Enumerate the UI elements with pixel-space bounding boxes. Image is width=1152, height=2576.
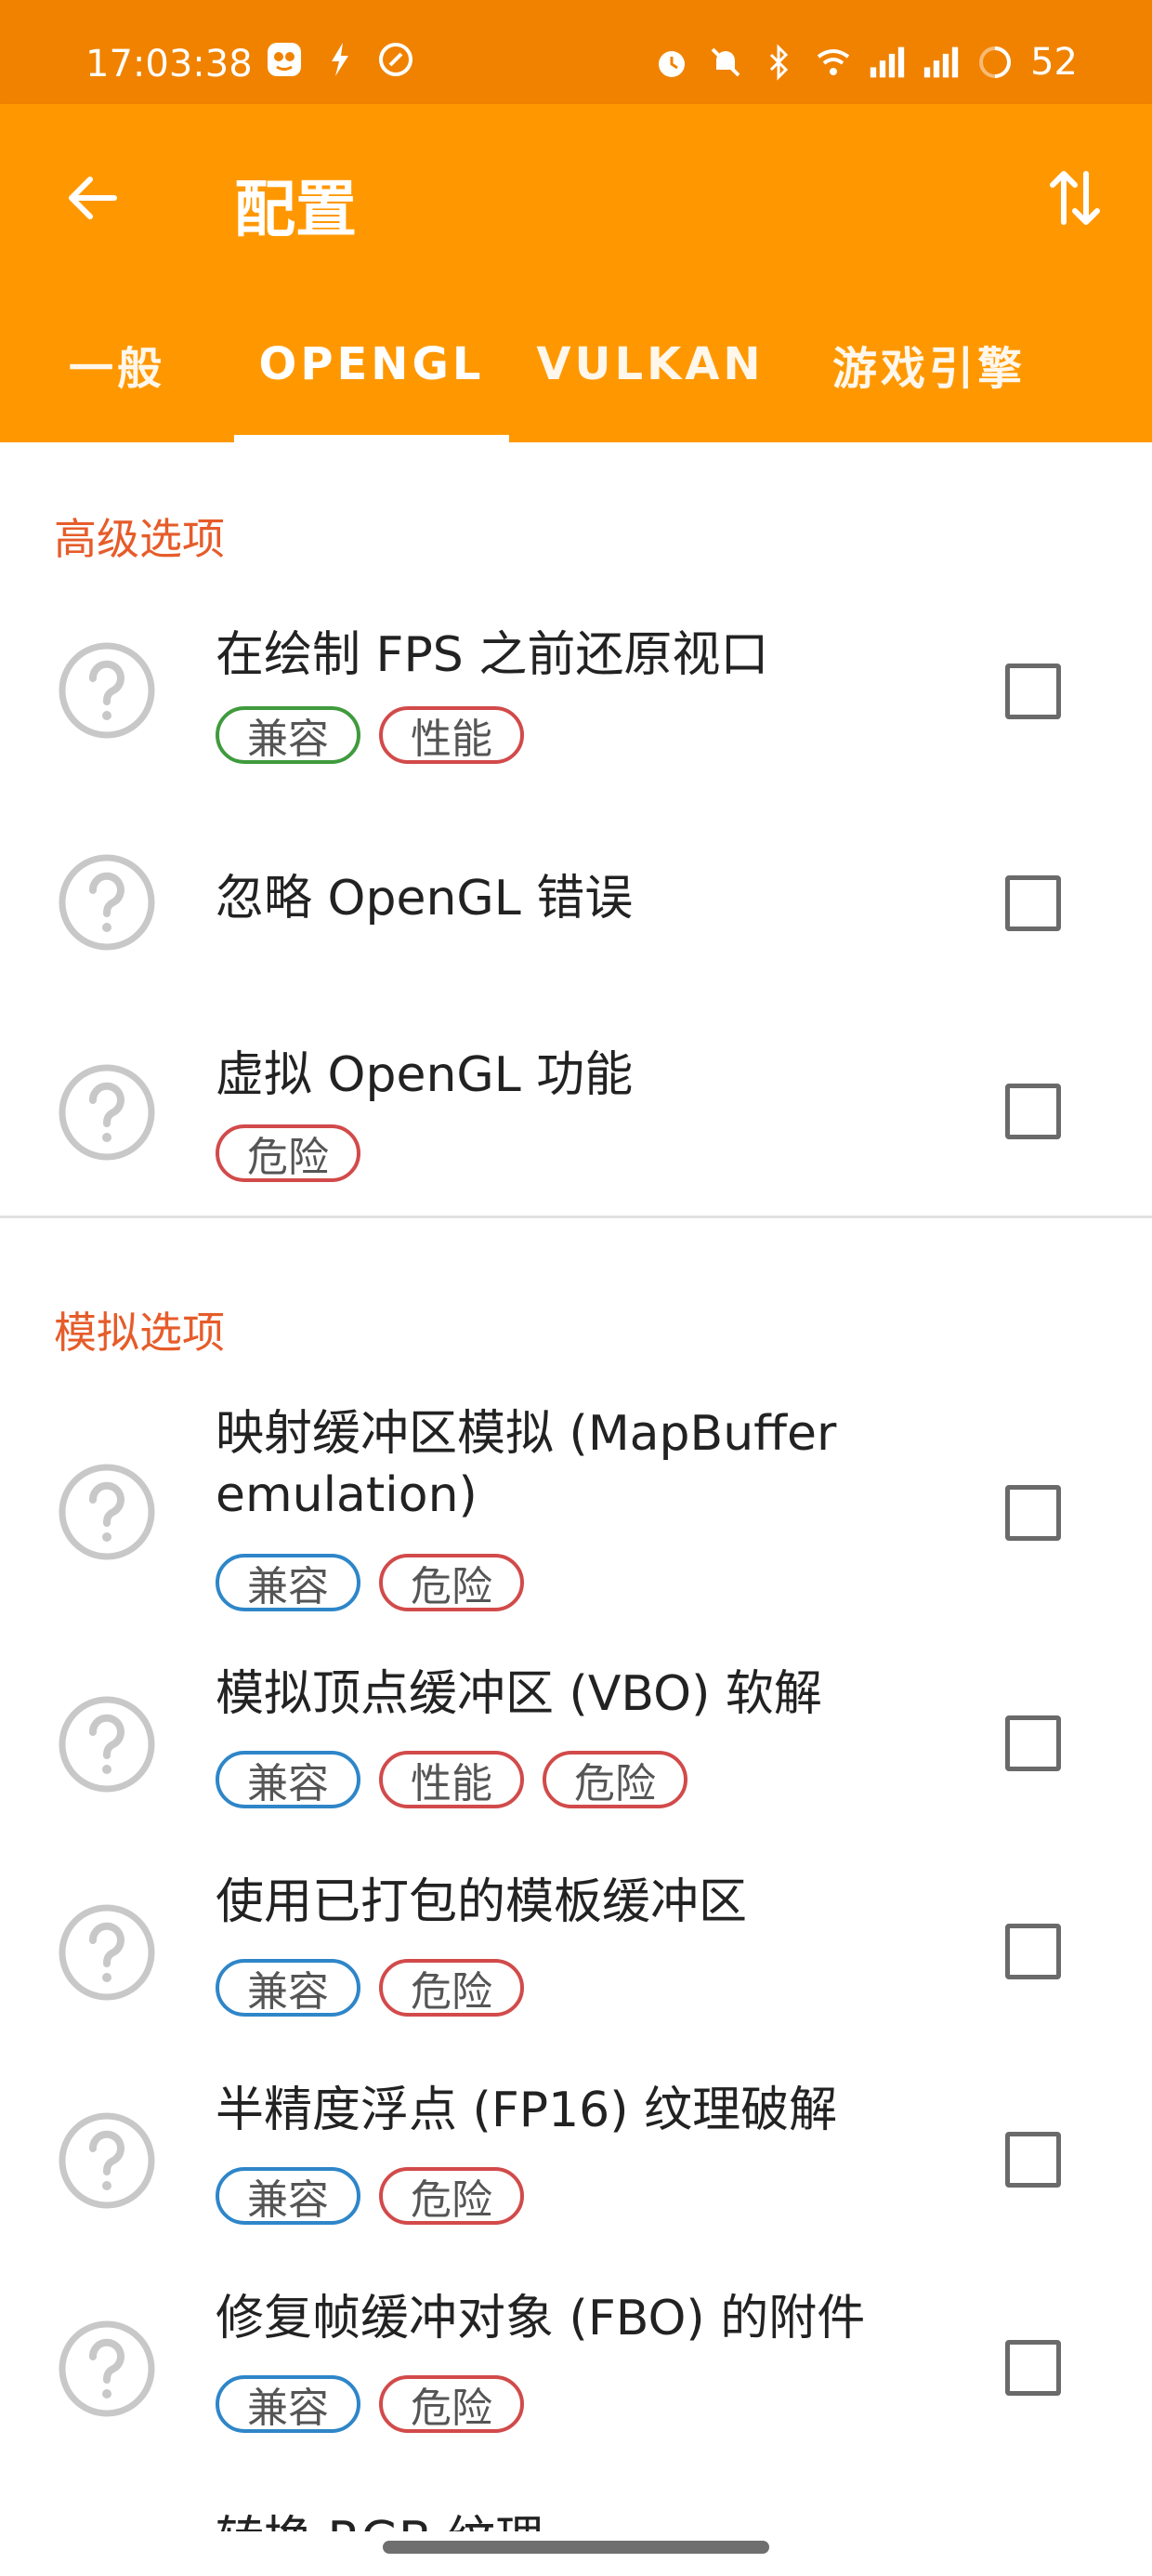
list-item[interactable]: 修复帧缓冲对象 (FBO) 的附件 兼容 危险 xyxy=(0,2288,1152,2474)
tab-general[interactable]: 一般 xyxy=(0,286,234,442)
wifi-icon xyxy=(815,44,852,81)
tag-badge: 危险 xyxy=(379,2375,524,2433)
tag-badge: 危险 xyxy=(543,1751,687,1808)
tag-badge: 性能 xyxy=(379,706,524,764)
battery-ring-icon xyxy=(976,44,1014,81)
help-icon[interactable] xyxy=(58,1063,156,1162)
tag-badge: 兼容 xyxy=(216,1554,360,1611)
tab-opengl[interactable]: OPENGL xyxy=(234,286,509,442)
help-icon[interactable] xyxy=(58,1463,156,1561)
help-icon[interactable] xyxy=(58,2111,156,2210)
badge-group: 兼容 性能 xyxy=(216,706,524,764)
tag-badge: 危险 xyxy=(379,1554,524,1611)
help-icon[interactable] xyxy=(58,1903,156,2002)
option-checkbox[interactable] xyxy=(1005,2340,1061,2396)
item-title: 使用已打包的模板缓冲区 xyxy=(216,1874,748,1930)
tag-badge: 危险 xyxy=(379,1959,524,2017)
badge-group: 兼容 危险 xyxy=(216,2167,524,2225)
option-checkbox[interactable] xyxy=(1005,664,1061,719)
tag-badge: 性能 xyxy=(379,1751,524,1808)
option-checkbox[interactable] xyxy=(1005,1715,1061,1771)
tag-badge: 兼容 xyxy=(216,2375,360,2433)
list-item[interactable]: 忽略 OpenGL 错误 xyxy=(0,836,1152,966)
tab-bar: 一般 OPENGL VULKAN 游戏引擎 xyxy=(0,286,1152,442)
item-title: 转换 RGB 纹理 xyxy=(216,2509,543,2531)
section-header: 模拟选项 xyxy=(54,1308,225,1358)
option-checkbox[interactable] xyxy=(1005,2132,1061,2188)
help-icon[interactable] xyxy=(58,641,156,740)
home-indicator[interactable] xyxy=(383,2541,769,2554)
badge-group: 兼容 危险 xyxy=(216,2375,524,2433)
option-checkbox[interactable] xyxy=(1005,1485,1061,1541)
page-title: 配置 xyxy=(234,174,357,245)
back-button[interactable] xyxy=(52,158,132,238)
list-item[interactable]: 虚拟 OpenGL 功能 危险 xyxy=(0,1032,1152,1217)
section-divider xyxy=(0,1216,1152,1218)
item-title: 模拟顶点缓冲区 (VBO) 软解 xyxy=(216,1666,822,1722)
help-icon[interactable] xyxy=(58,853,156,952)
list-item[interactable]: 映射缓冲区模拟 (MapBuffer emulation) 兼容 危险 xyxy=(0,1403,1152,1626)
option-checkbox[interactable] xyxy=(1005,1924,1061,1979)
tag-badge: 兼容 xyxy=(216,1959,360,2017)
compass-icon xyxy=(377,41,414,78)
alarm-icon xyxy=(653,44,690,81)
signal-icon xyxy=(869,44,906,81)
item-title: 虚拟 OpenGL 功能 xyxy=(216,1047,634,1103)
badge-group: 兼容 性能 危险 xyxy=(216,1751,687,1808)
signal-icon xyxy=(923,44,960,81)
help-icon[interactable] xyxy=(58,2320,156,2418)
tag-badge: 兼容 xyxy=(216,1751,360,1808)
bluetooth-icon xyxy=(761,44,798,81)
battery-percentage: 52 xyxy=(1030,41,1078,84)
list-item[interactable]: 使用已打包的模板缓冲区 兼容 危险 xyxy=(0,1872,1152,2057)
tag-badge: 兼容 xyxy=(216,2167,360,2225)
option-checkbox[interactable] xyxy=(1005,875,1061,931)
help-icon[interactable] xyxy=(58,1695,156,1794)
status-time: 17:03:38 xyxy=(85,43,253,85)
status-left-icons xyxy=(266,41,414,78)
arrow-left-icon xyxy=(69,177,117,219)
tab-vulkan[interactable]: VULKAN xyxy=(528,286,773,442)
item-title: 修复帧缓冲对象 (FBO) 的附件 xyxy=(216,2291,866,2346)
sort-button[interactable] xyxy=(1033,156,1117,240)
sort-arrows-icon xyxy=(1050,171,1100,225)
item-title: 映射缓冲区模拟 (MapBuffer emulation) xyxy=(216,1406,837,1523)
tag-badge: 危险 xyxy=(216,1124,360,1182)
item-title: 忽略 OpenGL 错误 xyxy=(216,871,634,927)
bolt-icon xyxy=(321,41,359,78)
list-item[interactable]: 模拟顶点缓冲区 (VBO) 软解 兼容 性能 危险 xyxy=(0,1663,1152,1849)
option-checkbox[interactable] xyxy=(1005,1084,1061,1139)
tag-badge: 危险 xyxy=(379,2167,524,2225)
list-item[interactable]: 在绘制 FPS 之前还原视口 兼容 性能 xyxy=(0,602,1152,788)
badge-group: 兼容 危险 xyxy=(216,1554,524,1611)
badge-group: 危险 xyxy=(216,1124,360,1182)
item-title: 半精度浮点 (FP16) 纹理破解 xyxy=(216,2083,838,2138)
status-right-icons: 52 xyxy=(653,41,1078,84)
status-bar: 17:03:38 52 xyxy=(0,0,1152,104)
muted-bell-icon xyxy=(707,44,744,81)
tab-game-engine[interactable]: 游戏引擎 xyxy=(792,286,1067,442)
list-item[interactable]: 半精度浮点 (FP16) 纹理破解 兼容 危险 xyxy=(0,2080,1152,2266)
item-title: 在绘制 FPS 之前还原视口 xyxy=(216,627,769,683)
section-header: 高级选项 xyxy=(54,514,225,564)
badge-group: 兼容 危险 xyxy=(216,1959,524,2017)
tag-badge: 兼容 xyxy=(216,706,360,764)
app-bar: 配置 xyxy=(0,104,1152,286)
app-notification-icon xyxy=(266,41,303,78)
